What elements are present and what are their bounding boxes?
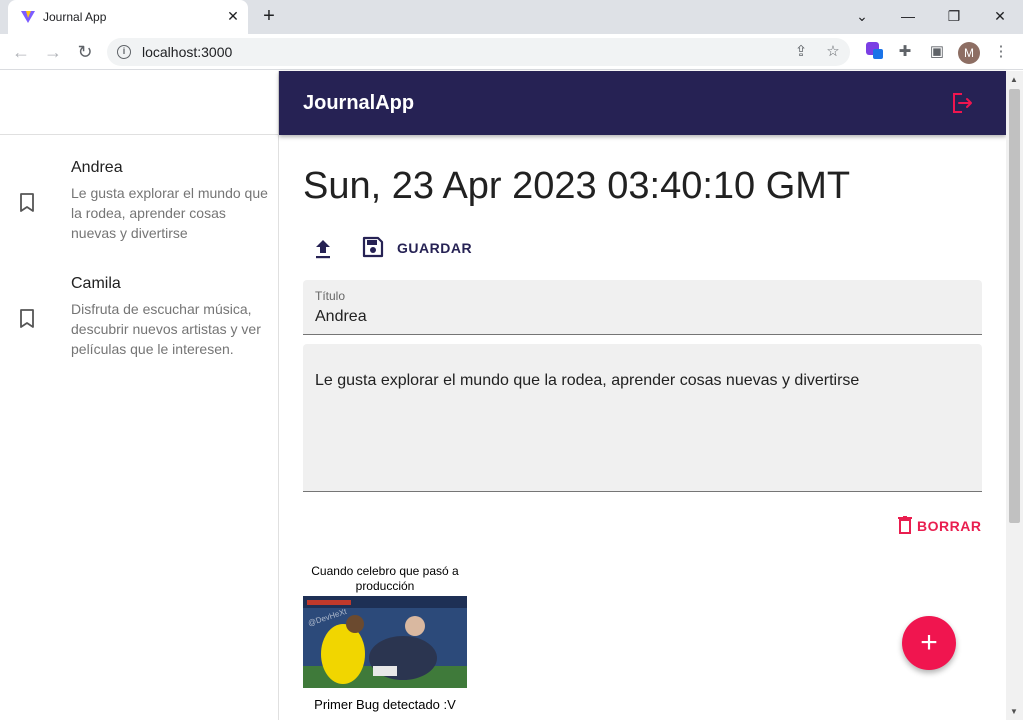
note-date-title: Sun, 23 Apr 2023 03:40:10 GMT: [303, 165, 851, 207]
page-scrollbar[interactable]: ▲ ▼: [1006, 71, 1023, 720]
sidebar-entry[interactable]: Camila Disfruta de escuchar música, desc…: [0, 275, 279, 365]
scroll-down-arrow-icon[interactable]: ▼: [1010, 707, 1018, 716]
sidebar-header: [0, 71, 278, 135]
minimize-button[interactable]: —: [893, 4, 923, 28]
save-button-label: GUARDAR: [397, 240, 473, 256]
menu-kebab-icon[interactable]: ⋮: [990, 41, 1012, 63]
extension-icon[interactable]: [863, 41, 885, 63]
title-field-label: Título: [315, 289, 346, 303]
app-title: JournalApp: [303, 92, 415, 114]
bookmark-icon: [20, 193, 34, 212]
side-panel-icon[interactable]: ▣: [926, 41, 948, 63]
meme-top-caption: Cuando celebro que pasó a producción: [311, 564, 459, 593]
browser-tab-bar: Journal App ✕ + ⌄ — ❐ ✕: [0, 0, 1023, 34]
bookmark-icon: [20, 309, 34, 328]
back-button[interactable]: ←: [9, 40, 33, 64]
extensions-puzzle-icon[interactable]: ✚: [894, 41, 916, 63]
floppy-disk-icon: [362, 236, 384, 258]
sidebar: Andrea Le gusta explorar el mundo que la…: [0, 71, 279, 720]
body-textarea-value: Le gusta explorar el mundo que la rodea,…: [315, 372, 860, 389]
tab-title: Journal App: [43, 10, 107, 24]
note-image[interactable]: Cuando celebro que pasó a producción @De…: [303, 562, 467, 720]
app-bar: JournalApp: [279, 71, 1006, 135]
meme-bottom-caption: Primer Bug detectado :V: [314, 697, 456, 712]
reload-button[interactable]: ↻: [73, 40, 97, 64]
bookmark-star-icon[interactable]: ☆: [823, 42, 843, 62]
address-bar[interactable]: i localhost:3000 ⇪ ☆: [107, 38, 850, 66]
title-field-value: Andrea: [315, 308, 367, 325]
sidebar-entry-body: Disfruta de escuchar música, descubrir n…: [71, 301, 261, 357]
tab-close-icon[interactable]: ✕: [224, 7, 242, 25]
share-icon[interactable]: ⇪: [791, 42, 811, 62]
body-textarea[interactable]: Le gusta explorar el mundo que la rodea,…: [303, 344, 982, 492]
add-entry-fab[interactable]: +: [902, 616, 956, 670]
sidebar-entry-title: Camila: [71, 275, 121, 292]
meme-photo: @DevHeXt: [303, 596, 467, 688]
new-tab-button[interactable]: +: [258, 5, 280, 27]
upload-icon[interactable]: [312, 236, 334, 260]
title-field[interactable]: Título Andrea: [303, 280, 982, 335]
site-info-icon[interactable]: i: [117, 45, 131, 59]
profile-avatar[interactable]: M: [958, 42, 980, 64]
url-text: localhost:3000: [142, 44, 233, 60]
delete-button-label: BORRAR: [917, 518, 982, 534]
browser-tab[interactable]: Journal App ✕: [8, 0, 248, 34]
save-button[interactable]: GUARDAR: [356, 232, 476, 262]
delete-button[interactable]: BORRAR: [893, 512, 981, 540]
sidebar-entry-title: Andrea: [71, 159, 123, 176]
plus-icon: +: [920, 626, 938, 659]
trash-icon: [898, 516, 912, 534]
restore-button[interactable]: ❐: [939, 4, 969, 28]
vite-logo-icon: [21, 11, 35, 23]
sidebar-entry[interactable]: Andrea Le gusta explorar el mundo que la…: [0, 159, 279, 249]
scrollbar-thumb[interactable]: [1009, 89, 1020, 523]
logout-icon[interactable]: [950, 92, 974, 114]
scroll-up-arrow-icon[interactable]: ▲: [1010, 75, 1018, 84]
tab-search-icon[interactable]: ⌄: [847, 4, 877, 28]
close-window-button[interactable]: ✕: [985, 4, 1015, 28]
forward-button[interactable]: →: [41, 40, 65, 64]
sidebar-entry-body: Le gusta explorar el mundo que la rodea,…: [71, 185, 268, 241]
browser-toolbar: ← → ↻ i localhost:3000 ⇪ ☆ ✚ ▣ M ⋮: [0, 34, 1023, 70]
